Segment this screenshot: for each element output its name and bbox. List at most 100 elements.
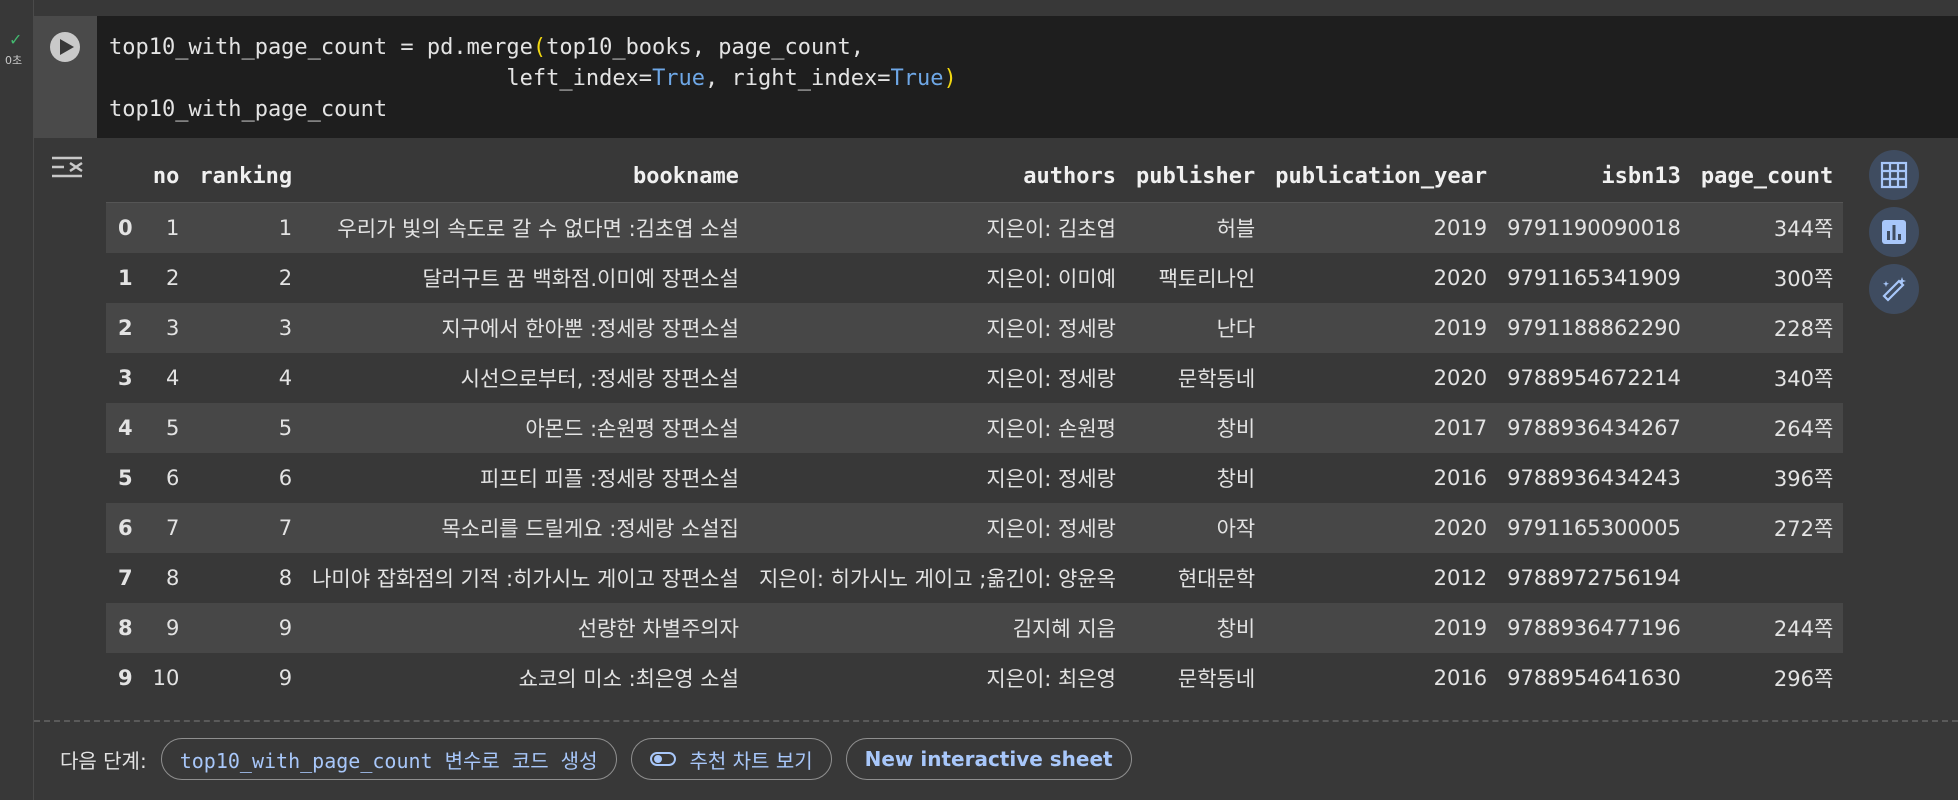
table-cell: 지은이: 손원평	[986, 416, 1116, 441]
table-cell: 지은이: 히가시노 게이고 ;옮긴이: 양윤옥	[758, 566, 1116, 591]
table-cell: 2020	[1433, 515, 1488, 540]
table-cell: 340쪽	[1773, 366, 1834, 391]
table-cell: 7	[165, 515, 180, 540]
new-interactive-sheet-chip[interactable]: New interactive sheet	[845, 738, 1132, 780]
table-cell: 2012	[1433, 565, 1488, 590]
table-cell: 300쪽	[1773, 266, 1834, 291]
view-recommended-charts-chip[interactable]: 추천 차트 보기	[630, 738, 832, 780]
table-row: 8 9 9 선량한 차별주의자 김지혜 지음 창비 2019 9788936477196 244…	[106, 602, 1844, 653]
chip-label: top10_with_page_count 변수로 코드 생성	[179, 748, 598, 773]
table-cell: 쇼코의 미소 :최은영 소설	[518, 666, 739, 691]
row-index: 2	[118, 315, 133, 340]
table-cell: 9788954641630	[1507, 665, 1681, 690]
table-cell: 2020	[1433, 365, 1488, 390]
code-token: True	[890, 66, 944, 91]
output-toggle-icon	[52, 156, 83, 178]
table-cell: 문학동네	[1177, 366, 1256, 391]
table-cell: 난다	[1216, 316, 1256, 341]
table-row: 0 1 1 우리가 빛의 속도로 갈 수 없다면 :김초엽 소설 지은이: 김초엽 허블 2…	[106, 202, 1844, 253]
table-cell: 10	[152, 665, 180, 690]
generate-code-button[interactable]	[1869, 264, 1919, 314]
code-token: top10_with_page_count	[109, 97, 388, 122]
table-cell: 244쪽	[1773, 616, 1834, 641]
table-cell: 선량한 차별주의자	[577, 616, 739, 641]
generate-code-chip[interactable]: top10_with_page_count 변수로 코드 생성	[160, 738, 617, 780]
row-index: 3	[118, 365, 133, 390]
table-cell: 5	[165, 415, 180, 440]
convert-to-table-button[interactable]	[1869, 150, 1919, 200]
toggle-icon	[649, 752, 676, 766]
suggest-charts-button[interactable]	[1869, 207, 1919, 257]
row-index: 5	[118, 465, 133, 490]
index-header	[106, 150, 143, 203]
table-cell: 2017	[1433, 415, 1488, 440]
table-cell: 지은이: 정세랑	[986, 366, 1116, 391]
table-cell: 2020	[1433, 265, 1488, 290]
table-row: 1 2 2 달러구트 꿈 백화점.이미예 장편소설 지은이: 이미예 팩토리나인 2020 9…	[106, 252, 1844, 303]
run-cell-button[interactable]	[50, 32, 80, 62]
code-editor[interactable]: top10_with_page_count = pd.merge(top10_b…	[97, 16, 1958, 138]
table-row: 3 4 4 시선으로부터, :정세랑 장편소설 지은이: 정세랑 문학동네 2020 9788…	[106, 352, 1844, 403]
table-row: 6 7 7 목소리를 드릴게요 :정세랑 소설집 지은이: 정세랑 아작 2020 97911…	[106, 502, 1844, 553]
chip-label: New interactive sheet	[864, 747, 1113, 771]
table-cell: 228쪽	[1773, 316, 1834, 341]
column-header-ranking: ranking	[189, 150, 303, 203]
code-token: )	[943, 66, 957, 91]
table-cell: 팩토리나인	[1158, 266, 1256, 291]
table-cell: 8	[165, 565, 180, 590]
table-cell: 3	[165, 315, 180, 340]
table-row: 2 3 3 지구에서 한아뿐 :정세랑 장편소설 지은이: 정세랑 난다 2019 97911…	[106, 302, 1844, 353]
row-index: 0	[118, 215, 133, 240]
table-cell: 9	[278, 615, 293, 640]
code-token: top10_books, page_count,	[546, 35, 864, 60]
table-row: 9 10 9 쇼코의 미소 :최은영 소설 지은이: 최은영 문학동네 2016 978895…	[106, 652, 1844, 703]
table-cell: 달러구트 꿈 백화점.이미예 장편소설	[422, 266, 739, 291]
row-index: 8	[118, 615, 133, 640]
cell-top-border	[34, 0, 1958, 17]
table-cell: 피프티 피플 :정세랑 장편소설	[479, 466, 739, 491]
table-cell: 시선으로부터, :정세랑 장편소설	[460, 366, 739, 391]
code-text[interactable]: top10_with_page_count = pd.merge(top10_b…	[97, 16, 1958, 141]
table-cell: 9791165341909	[1507, 265, 1681, 290]
column-header-no: no	[142, 150, 190, 203]
table-cell: 4	[278, 365, 293, 390]
table-cell: 2	[165, 265, 180, 290]
cell-gutter: ✓ 0초	[0, 0, 34, 800]
table-cell: 9788972756194	[1507, 565, 1681, 590]
code-token: , right_index=	[705, 66, 891, 91]
table-cell: 지은이: 정세랑	[986, 316, 1116, 341]
table-cell: 창비	[1216, 466, 1256, 491]
table-cell: 1	[165, 215, 180, 240]
column-header-publication_year: publication_year	[1265, 150, 1498, 203]
table-cell: 아작	[1216, 516, 1256, 541]
table-cell: 지은이: 김초엽	[986, 216, 1116, 241]
play-icon	[59, 39, 74, 55]
table-cell: 5	[278, 415, 293, 440]
table-cell: 9788936477196	[1507, 615, 1681, 640]
table-cell: 2016	[1433, 665, 1488, 690]
row-index: 4	[118, 415, 133, 440]
output-separator	[34, 720, 1958, 722]
table-cell: 2019	[1433, 215, 1488, 240]
code-token: left_index=	[109, 66, 653, 91]
code-token: True	[652, 66, 706, 91]
table-cell: 9	[165, 615, 180, 640]
table-cell: 6	[278, 465, 293, 490]
row-index: 7	[118, 565, 133, 590]
table-cell	[1691, 553, 1843, 603]
table-cell: 아몬드 :손원평 장편소설	[525, 416, 739, 441]
table-cell: 9788936434267	[1507, 415, 1681, 440]
table-cell: 목소리를 드릴게요 :정세랑 소설집	[441, 516, 739, 541]
table-cell: 나미야 잡화점의 기적 :히가시노 게이고 장편소설	[312, 566, 739, 591]
table-cell: 지은이: 최은영	[986, 666, 1116, 691]
table-cell: 9	[278, 665, 293, 690]
row-index: 9	[118, 665, 133, 690]
table-cell: 2	[278, 265, 293, 290]
check-icon: ✓	[9, 30, 23, 49]
table-cell: 문학동네	[1177, 666, 1256, 691]
table-cell: 8	[278, 565, 293, 590]
column-header-page_count: page_count	[1690, 150, 1844, 203]
table-cell: 2019	[1433, 315, 1488, 340]
output-options-icon[interactable]	[50, 152, 84, 182]
code-token: top10_with_page_count = pd.merge	[109, 35, 533, 60]
